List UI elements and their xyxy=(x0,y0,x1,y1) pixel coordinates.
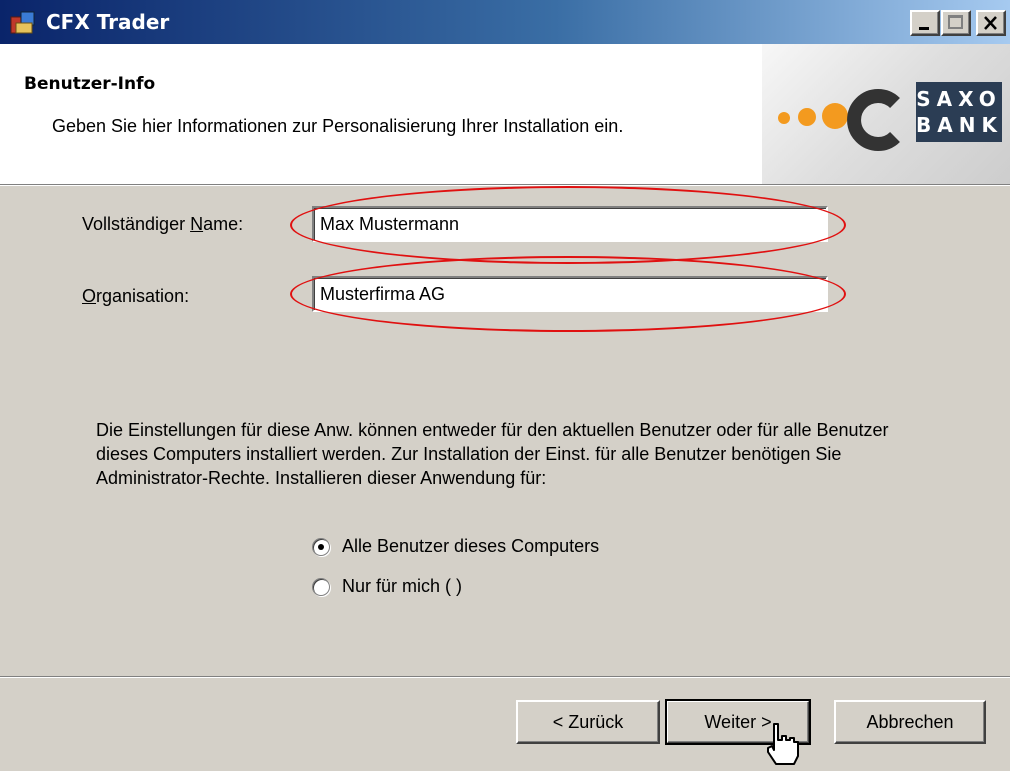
footer-divider xyxy=(0,676,1010,678)
logo-dot-small xyxy=(778,112,790,124)
page-title: Benutzer-Info xyxy=(24,74,156,94)
back-button[interactable]: < Zurück xyxy=(516,700,660,744)
header-divider xyxy=(0,184,1010,186)
page-subtitle: Geben Sie hier Informationen zur Persona… xyxy=(52,116,624,136)
radio-only-me-label: Nur für mich ( ) xyxy=(342,576,463,596)
radio-button-selected[interactable] xyxy=(312,537,330,556)
installer-icon xyxy=(10,11,35,34)
radio-all-users-label: Alle Benutzer dieses Computers xyxy=(342,536,600,556)
radio-only-me[interactable]: Nur für mich ( ) xyxy=(312,576,462,597)
name-highlight-ellipse xyxy=(290,186,846,264)
title-bar: CFX Trader xyxy=(0,0,1010,44)
maximize-icon xyxy=(948,15,963,29)
logo-dot-medium xyxy=(798,108,816,126)
hand-cursor-icon xyxy=(767,723,799,765)
minimize-icon xyxy=(919,27,929,30)
install-scope-info: Die Einstellungen für diese Anw. können … xyxy=(96,420,889,488)
organisation-label: Organisation: xyxy=(82,286,190,306)
logo-text-saxo: SAXO xyxy=(916,87,1002,111)
close-button[interactable] xyxy=(976,10,1006,36)
close-icon xyxy=(984,16,997,30)
window-title: CFX Trader xyxy=(46,10,170,34)
maximize-button[interactable] xyxy=(941,10,971,36)
radio-button-unselected[interactable] xyxy=(312,577,330,596)
radio-all-users[interactable]: Alle Benutzer dieses Computers xyxy=(312,536,599,557)
organisation-highlight-ellipse xyxy=(290,256,846,332)
cancel-button[interactable]: Abbrechen xyxy=(834,700,986,744)
logo-text-bank: BANK xyxy=(916,113,1003,137)
name-label: Vollständiger Name: xyxy=(82,214,244,234)
logo-c-mark xyxy=(847,89,900,151)
saxo-bank-badge: SAXO BANK xyxy=(916,82,1002,142)
minimize-button[interactable] xyxy=(910,10,940,36)
